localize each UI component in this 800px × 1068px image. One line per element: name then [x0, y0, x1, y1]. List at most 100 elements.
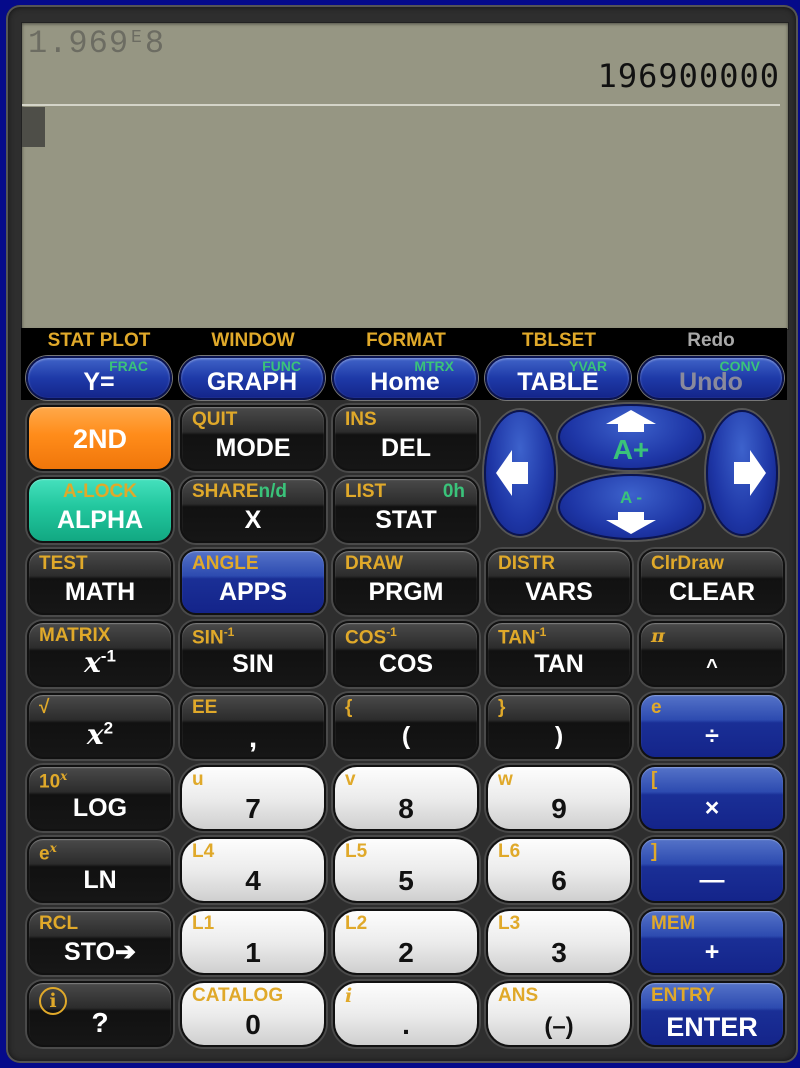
ln-key[interactable]: ex LN	[27, 837, 173, 903]
digit-6-key[interactable]: L6 6	[486, 837, 632, 903]
share-label: SHARE	[192, 481, 259, 502]
digit-2-key[interactable]: L2 2	[333, 909, 479, 975]
digit-1-key[interactable]: L1 1	[180, 909, 326, 975]
digit-9-key[interactable]: w 9	[486, 765, 632, 831]
second-label: }	[498, 697, 506, 718]
left-arrow-key[interactable]	[484, 410, 556, 536]
second-label: L5	[345, 841, 368, 862]
second-label-window: WINDOW	[211, 330, 295, 351]
up-arrow-key[interactable]: A+	[558, 404, 704, 470]
base: x	[86, 718, 104, 751]
inverse-key[interactable]: MATRIX x-1	[27, 621, 173, 687]
math-key[interactable]: TEST MATH	[27, 549, 173, 615]
cos-key[interactable]: COS-1 COS	[333, 621, 479, 687]
key-label: 6	[551, 865, 567, 896]
apps-key[interactable]: ANGLE APPS	[180, 549, 326, 615]
base: SIN	[192, 627, 224, 649]
key-label: TAN	[534, 650, 584, 678]
alpha-label: 0h	[442, 481, 465, 502]
second-label: RCL	[39, 913, 79, 934]
second-label: w	[498, 769, 513, 790]
log-key[interactable]: 10x LOG	[27, 765, 173, 831]
second-label: DRAW	[345, 553, 404, 574]
superscript: -1	[223, 625, 235, 639]
superscript: -1	[386, 625, 397, 639]
key-label: MATH	[64, 578, 136, 606]
prgm-key[interactable]: DRAW PRGM	[333, 549, 479, 615]
font-decrease-label: A -	[619, 488, 643, 507]
input-cursor[interactable]	[22, 107, 45, 147]
second-function-key[interactable]: 2ND	[27, 405, 173, 471]
y-equals-key[interactable]: FRAC Y=	[26, 356, 172, 400]
second-label: v	[345, 769, 356, 790]
digit-7-key[interactable]: u 7	[180, 765, 326, 831]
second-label-redo: Redo	[687, 330, 735, 351]
square-key[interactable]: √ x2	[27, 693, 173, 759]
digit-5-key[interactable]: L5 5	[333, 837, 479, 903]
clear-key[interactable]: ClrDraw CLEAR	[639, 549, 785, 615]
digit-0-key[interactable]: CATALOG 0	[180, 981, 326, 1047]
enter-key[interactable]: ENTRY ENTER	[639, 981, 785, 1047]
second-label: [	[651, 769, 658, 790]
digit-4-key[interactable]: L4 4	[180, 837, 326, 903]
second-label: ex	[39, 841, 57, 865]
key-label: x-1	[29, 646, 171, 679]
second-label: MEM	[651, 913, 696, 934]
graph-key[interactable]: FUNC GRAPH	[179, 356, 325, 400]
key-label: ALPHA	[56, 506, 144, 534]
second-label: {	[345, 697, 353, 718]
second-label: L2	[345, 913, 368, 934]
left-paren-key[interactable]: { (	[333, 693, 479, 759]
multiply-key[interactable]: [ ×	[639, 765, 785, 831]
display-divider	[22, 104, 780, 106]
second-label: A-LOCK	[63, 481, 137, 502]
comma-key[interactable]: EE ,	[180, 693, 326, 759]
negate-key[interactable]: ANS (–)	[486, 981, 632, 1047]
second-label-stat-plot: STAT PLOT	[47, 330, 151, 351]
second-label: COS-1	[345, 625, 397, 649]
superscript: -1	[535, 625, 547, 639]
superscript: -1	[100, 646, 116, 666]
power-key[interactable]: π ^	[639, 621, 785, 687]
divide-key[interactable]: e ÷	[639, 693, 785, 759]
key-label: Undo	[679, 368, 743, 396]
table-key[interactable]: YVAR TABLE	[485, 356, 631, 400]
second-label: SIN-1	[192, 625, 234, 649]
decimal-key[interactable]: i .	[333, 981, 479, 1047]
mode-key[interactable]: QUIT MODE	[180, 405, 326, 471]
key-label: CLEAR	[668, 578, 756, 606]
down-arrow-key[interactable]: A -	[558, 474, 704, 540]
key-label: 8	[398, 793, 414, 824]
key-label: (–)	[544, 1013, 574, 1040]
base: e	[39, 843, 50, 865]
key-label: 9	[551, 793, 567, 824]
alpha-key[interactable]: A-LOCK ALPHA	[27, 477, 173, 543]
sin-key[interactable]: SIN-1 SIN	[180, 621, 326, 687]
right-paren-key[interactable]: } )	[486, 693, 632, 759]
vars-key[interactable]: DISTR VARS	[486, 549, 632, 615]
store-key[interactable]: RCL STO➔	[27, 909, 173, 975]
stat-key[interactable]: LIST 0h STAT	[333, 477, 479, 543]
key-label: STO➔	[64, 938, 136, 966]
second-label: TEST	[39, 553, 88, 574]
help-key[interactable]: i ?	[27, 981, 173, 1047]
key-label: ,	[248, 721, 258, 754]
key-label: MODE	[215, 434, 291, 462]
digit-3-key[interactable]: L3 3	[486, 909, 632, 975]
undo-key[interactable]: CONV Undo	[638, 356, 784, 400]
alpha-label: n/d	[258, 481, 288, 502]
key-label: PRGM	[368, 578, 444, 606]
second-label: MATRIX	[39, 625, 111, 646]
second-label: ENTRY	[651, 985, 715, 1006]
subtract-key[interactable]: ] —	[639, 837, 785, 903]
right-arrow-key[interactable]	[706, 410, 778, 536]
delete-key[interactable]: INS DEL	[333, 405, 479, 471]
key-label: Home	[370, 368, 440, 396]
add-key[interactable]: MEM +	[639, 909, 785, 975]
key-label: SIN	[232, 650, 274, 678]
second-label: L6	[498, 841, 521, 862]
tan-key[interactable]: TAN-1 TAN	[486, 621, 632, 687]
digit-8-key[interactable]: v 8	[333, 765, 479, 831]
x-variable-key[interactable]: SHAREn/d X	[180, 477, 326, 543]
home-key[interactable]: MTRX Home	[332, 356, 478, 400]
